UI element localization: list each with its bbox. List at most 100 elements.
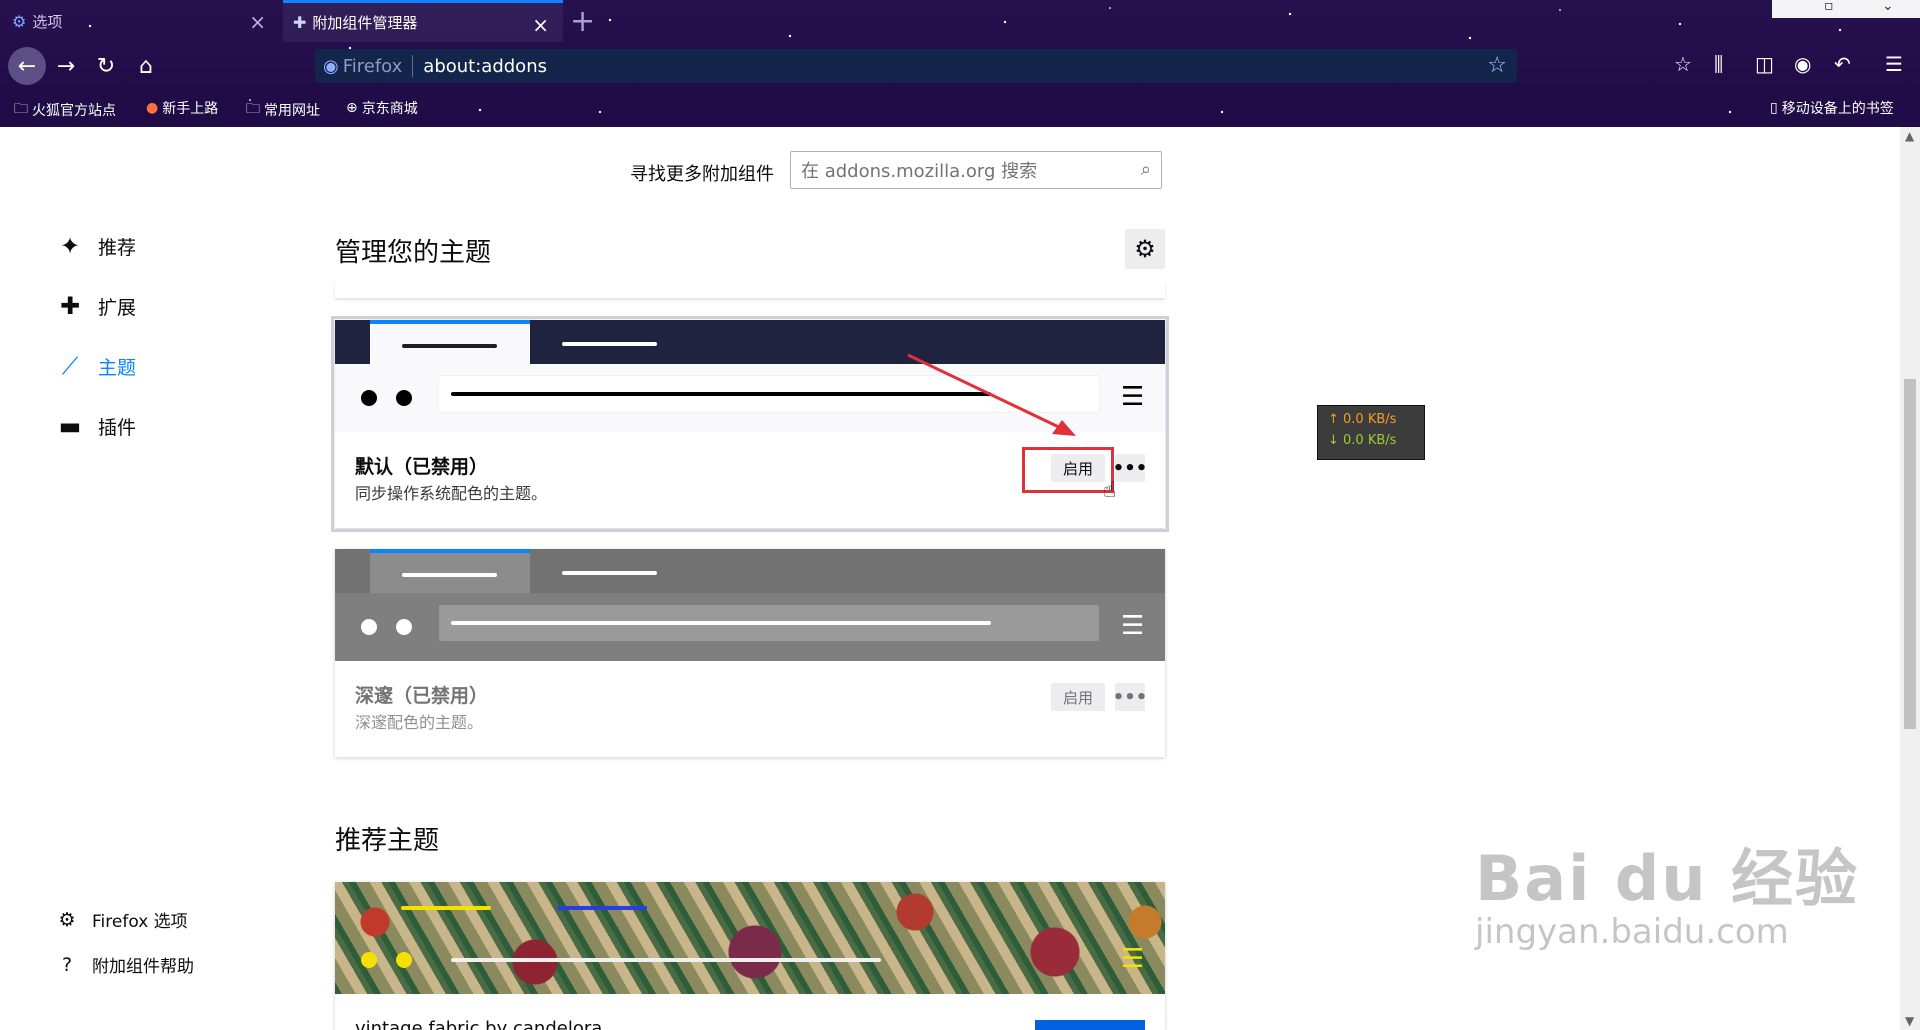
close-icon[interactable]: × (249, 10, 266, 34)
install-button[interactable] (1035, 1020, 1145, 1030)
highlight-annotation (1022, 447, 1114, 493)
tab-label: 附加组件管理器 (312, 14, 418, 32)
plugin-icon: ▬ (58, 412, 82, 440)
puzzle-icon: ✚ (293, 13, 307, 32)
menu-icon: ☰ (1121, 382, 1145, 412)
more-options-button[interactable]: ••• (1113, 683, 1147, 711)
account-icon[interactable]: ◉ (1794, 52, 1811, 76)
net-speed-widget: ↑ 0.0 KB/s ↓ 0.0 KB/s (1317, 405, 1425, 460)
firefox-icon: ◉ (323, 55, 339, 77)
bookmarks-toolbar: 🗀 火狐官方站点 ● 新手上路 🗀 常用网址 ⊕ 京东商城 ▯ 移动设备上的书签 (0, 96, 1920, 122)
mobile-bookmarks[interactable]: ▯ 移动设备上的书签 (1770, 98, 1894, 118)
card-edge (335, 280, 1165, 298)
theme-description: 同步操作系统配色的主题。 (355, 484, 548, 503)
section-title: 推荐主题 (335, 826, 440, 856)
bookmark-label: 京东商城 (361, 101, 418, 117)
scroll-down-icon[interactable]: ▼ (1905, 1014, 1914, 1028)
menu-icon: ☰ (1121, 944, 1145, 974)
link-label: 附加组件帮助 (92, 957, 194, 977)
enable-button[interactable]: 启用 (1051, 683, 1105, 711)
bookmark-label: 常用网址 (264, 103, 320, 119)
firefox-options-link[interactable]: ⚙ Firefox 选项 (56, 907, 188, 933)
bookmark-label: 移动设备上的书签 (1781, 101, 1894, 117)
chevron-down-icon[interactable]: ⌄ (1882, 0, 1894, 14)
more-options-button[interactable]: ••• (1113, 454, 1147, 482)
help-icon: ? (61, 953, 73, 976)
sidebar-icon[interactable]: ◫ (1755, 52, 1774, 76)
globe-icon: ⊕ (346, 100, 358, 116)
settings-button[interactable]: ⚙ (1125, 229, 1165, 269)
brand-label: Firefox (342, 55, 403, 77)
menu-icon: ☰ (1121, 611, 1145, 641)
link-label: Firefox 选项 (92, 912, 188, 932)
category-label: 扩展 (98, 296, 137, 319)
category-label: 主题 (98, 356, 137, 379)
window-controls: ▫ ⌄ (1772, 0, 1920, 18)
preview-selected-tab (370, 549, 530, 593)
bookmark-item[interactable]: ● 新手上路 (146, 98, 218, 118)
sparkle-icon: ✦ (59, 232, 81, 260)
category-themes[interactable]: ⟋ 主题 (54, 352, 136, 380)
back-button[interactable]: ← (8, 47, 46, 85)
theme-preview-tabbar (335, 549, 1165, 593)
pocket-icon[interactable]: ☆ (1674, 52, 1692, 76)
reload-button[interactable]: ↻ (90, 50, 122, 82)
tab-options[interactable]: ⚙ 选项 × (0, 0, 280, 42)
theme-name: vintage fabric by candelora (355, 1018, 603, 1030)
tab-addons[interactable]: ✚ 附加组件管理器 × (283, 0, 563, 42)
phone-icon: ▯ (1770, 100, 1778, 116)
firefox-identity[interactable]: ◉ Firefox (323, 56, 402, 77)
theme-name: 深邃（已禁用） (355, 685, 489, 707)
category-label: 推荐 (98, 236, 137, 259)
page-title: 管理您的主题 (335, 238, 492, 268)
bookmark-item[interactable]: ⊕ 京东商城 (346, 98, 418, 118)
firefox-icon: ● (146, 100, 159, 116)
category-extensions[interactable]: ✚ 扩展 (54, 292, 136, 320)
puzzle-icon: ✚ (59, 292, 81, 320)
gear-icon: ⚙ (1134, 235, 1156, 263)
gear-icon: ⚙ (58, 908, 76, 931)
gear-icon: ⚙ (12, 11, 27, 31)
theme-name: 默认（已禁用） (355, 456, 489, 478)
theme-card-dark[interactable]: ☰ 深邃（已禁用） 深邃配色的主题。 启用 ••• (335, 549, 1165, 757)
download-speed: ↓ 0.0 KB/s (1328, 433, 1397, 448)
preview-selected-tab (370, 320, 530, 364)
folder-icon: 🗀 (246, 101, 260, 117)
restore-icon[interactable]: ▫ (1824, 0, 1834, 14)
theme-description: 深邃配色的主题。 (355, 713, 484, 732)
new-tab-button[interactable]: + (570, 4, 595, 39)
bookmark-label: 新手上路 (162, 101, 219, 117)
search-icon[interactable]: ⌕ (1141, 159, 1151, 180)
scroll-up-icon[interactable]: ▲ (1905, 129, 1914, 143)
browser-chrome: ⚙ 选项 × ✚ 附加组件管理器 × + ▫ ⌄ ← → ↻ ⌂ ◉ Firef… (0, 0, 1920, 127)
divider (412, 55, 414, 77)
upload-speed: ↑ 0.0 KB/s (1328, 412, 1397, 427)
url-bar[interactable]: ◉ Firefox about:addons ☆ (315, 49, 1517, 83)
url-text[interactable]: about:addons (423, 56, 547, 77)
tab-label: 选项 (32, 12, 63, 31)
home-button[interactable]: ⌂ (130, 50, 162, 82)
category-label: 插件 (98, 416, 137, 439)
undo-icon[interactable]: ↶ (1834, 52, 1851, 76)
bookmark-item[interactable]: 🗀 火狐官方站点 (14, 98, 116, 122)
baidu-watermark: Bai du 经验 jingyan.baidu.com (1475, 842, 1860, 952)
bookmark-label: 火狐官方站点 (32, 103, 116, 119)
scroll-thumb[interactable] (1904, 379, 1916, 729)
scrollbar[interactable]: ▲ ▼ (1900, 127, 1920, 1030)
theme-preview-image: ☰ (335, 882, 1165, 994)
find-more-label: 寻找更多附加组件 (630, 164, 774, 185)
bookmark-star-icon[interactable]: ☆ (1487, 53, 1507, 78)
category-recommended[interactable]: ✦ 推荐 (54, 232, 136, 260)
bookmark-item[interactable]: 🗀 常用网址 (246, 98, 320, 122)
recommended-theme-card[interactable]: ☰ vintage fabric by candelora (335, 882, 1165, 1030)
forward-button[interactable]: → (50, 50, 82, 82)
search-input[interactable]: 在 addons.mozilla.org 搜索 ⌕ (790, 151, 1162, 189)
menu-icon[interactable]: ☰ (1885, 52, 1903, 76)
library-icon[interactable]: ⫼ (1714, 52, 1723, 76)
close-icon[interactable]: × (532, 13, 549, 37)
arrow-annotation (907, 353, 1076, 436)
hand-cursor-icon: ☝ (1103, 478, 1117, 503)
addons-help-link[interactable]: ? 附加组件帮助 (56, 952, 194, 978)
brush-icon: ⟋ (61, 352, 79, 380)
category-plugins[interactable]: ▬ 插件 (54, 412, 136, 440)
